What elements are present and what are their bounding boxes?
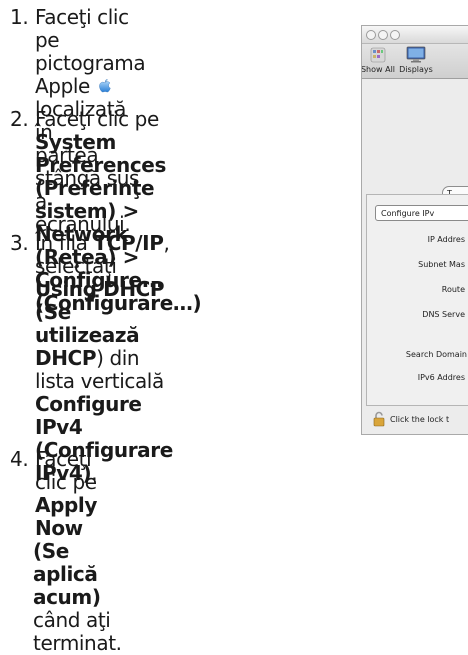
step-number: 3. [10,231,29,255]
displays-label: Displays [399,65,433,74]
step-number: 1. [10,5,29,29]
zoom-button[interactable] [390,30,400,40]
tcpip-settings-box: Configure IPv IP Addres Subnet Mas Route… [366,194,468,406]
displays-icon [406,46,426,63]
preferences-toolbar: Show All Displays [362,44,468,79]
lock-icon[interactable] [372,411,386,427]
show-all-icon [370,47,386,63]
apple-icon [99,79,111,93]
dns-servers-label: DNS Serve [422,310,465,319]
lock-text: Click the lock t [390,415,450,424]
displays-button[interactable]: Displays [394,46,438,74]
lock-bar: Click the lock t [362,409,468,433]
minimize-button[interactable] [378,30,388,40]
close-button[interactable] [366,30,376,40]
step-number: 4. [10,447,29,471]
window-titlebar [362,26,468,44]
configure-ipv4-popup[interactable]: Configure IPv [375,205,468,221]
network-preferences-screenshot: Show All Displays T Configure IPv IP Add… [361,25,468,435]
ipv6-address-label: IPv6 Addres [417,373,465,382]
router-label: Route [441,285,465,294]
show-all-label: Show All [361,65,396,74]
step-text: Faceţi clic pe Apply Now (Se aplică acum… [33,447,122,655]
search-domains-label: Search Domain [405,350,467,359]
subnet-mask-label: Subnet Mas [418,260,465,269]
step-number: 2. [10,107,29,131]
preferences-panel: T Configure IPv IP Addres Subnet Mas Rou… [362,79,468,434]
ip-address-label: IP Addres [427,235,465,244]
